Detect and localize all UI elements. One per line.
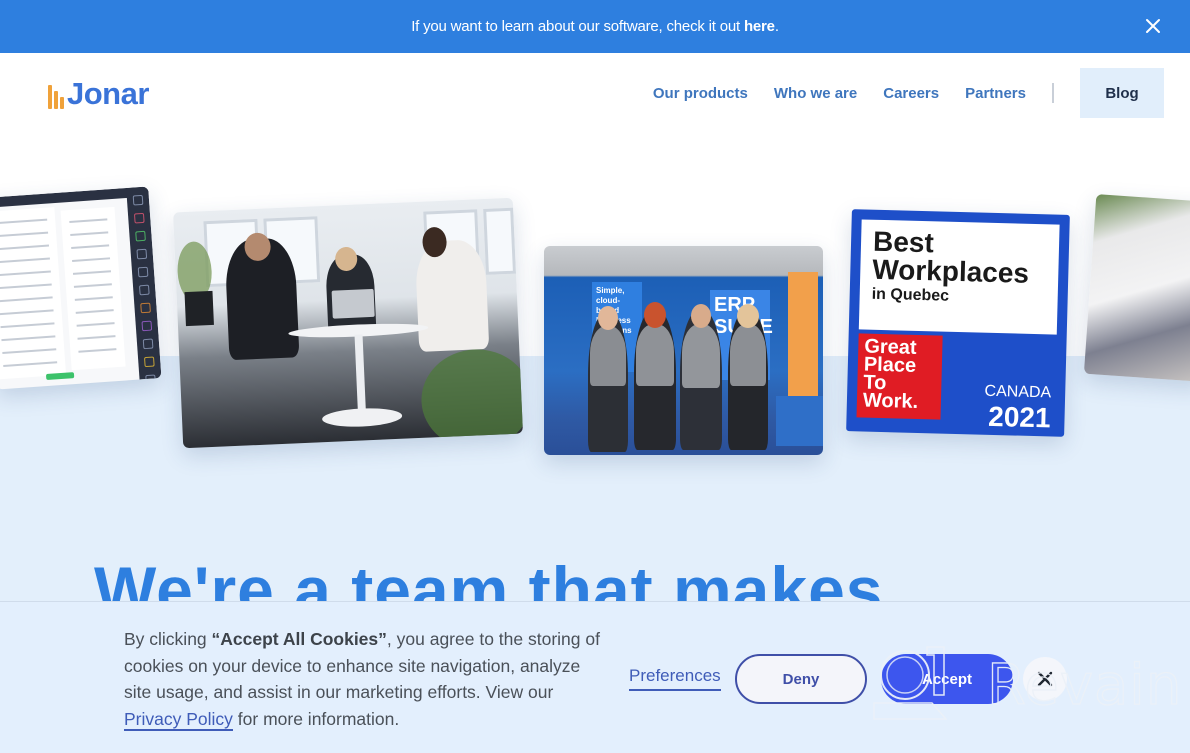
nav-who-we-are[interactable]: Who we are bbox=[774, 85, 857, 102]
award-title-workplaces: Workplaces bbox=[871, 253, 1030, 289]
award-country: CANADA bbox=[984, 382, 1052, 402]
announcement-bar: If you want to learn about our software,… bbox=[0, 0, 1190, 53]
logo-bars-icon bbox=[48, 83, 64, 109]
jonar-logo[interactable]: Jonar bbox=[48, 75, 149, 109]
nav-our-products[interactable]: Our products bbox=[653, 85, 748, 102]
woman-at-laptop-photo bbox=[1083, 194, 1190, 382]
best-workplaces-award-badge: Best Workplaces in Quebec Great Place To… bbox=[846, 209, 1070, 437]
main-nav: Our products Who we are Careers Partners… bbox=[653, 68, 1190, 118]
close-icon bbox=[1146, 19, 1160, 33]
cookie-consent-banner: By clicking “Accept All Cookies”, you ag… bbox=[0, 601, 1190, 753]
nav-partners[interactable]: Partners bbox=[965, 85, 1026, 102]
announcement-text: If you want to learn about our software,… bbox=[411, 18, 779, 35]
nav-careers[interactable]: Careers bbox=[883, 85, 939, 102]
award-subtitle: in Quebec bbox=[871, 285, 950, 305]
nav-divider bbox=[1052, 83, 1054, 103]
blog-button[interactable]: Blog bbox=[1080, 68, 1164, 118]
announcement-link[interactable]: here bbox=[744, 18, 775, 35]
cookie-consent-text: By clicking “Accept All Cookies”, you ag… bbox=[124, 629, 600, 731]
deny-button[interactable]: Deny bbox=[735, 654, 867, 704]
close-icon bbox=[1037, 671, 1053, 687]
trade-show-booth-photo: Simple, cloud-based business solutions E… bbox=[544, 246, 823, 455]
app-screenshot-image bbox=[0, 186, 162, 390]
team-meeting-photo bbox=[173, 197, 523, 449]
great-place-to-work-logo: Great Place To Work. bbox=[856, 333, 943, 420]
preferences-link[interactable]: Preferences bbox=[629, 666, 721, 691]
award-year: 2021 bbox=[987, 400, 1051, 434]
site-header: Jonar Our products Who we are Careers Pa… bbox=[0, 53, 1190, 133]
cookie-close-button[interactable] bbox=[1023, 657, 1067, 701]
accept-button[interactable]: Accept bbox=[881, 654, 1013, 704]
announcement-close-button[interactable] bbox=[1144, 17, 1162, 35]
privacy-policy-link[interactable]: Privacy Policy bbox=[124, 708, 233, 731]
logo-text: Jonar bbox=[67, 76, 149, 111]
